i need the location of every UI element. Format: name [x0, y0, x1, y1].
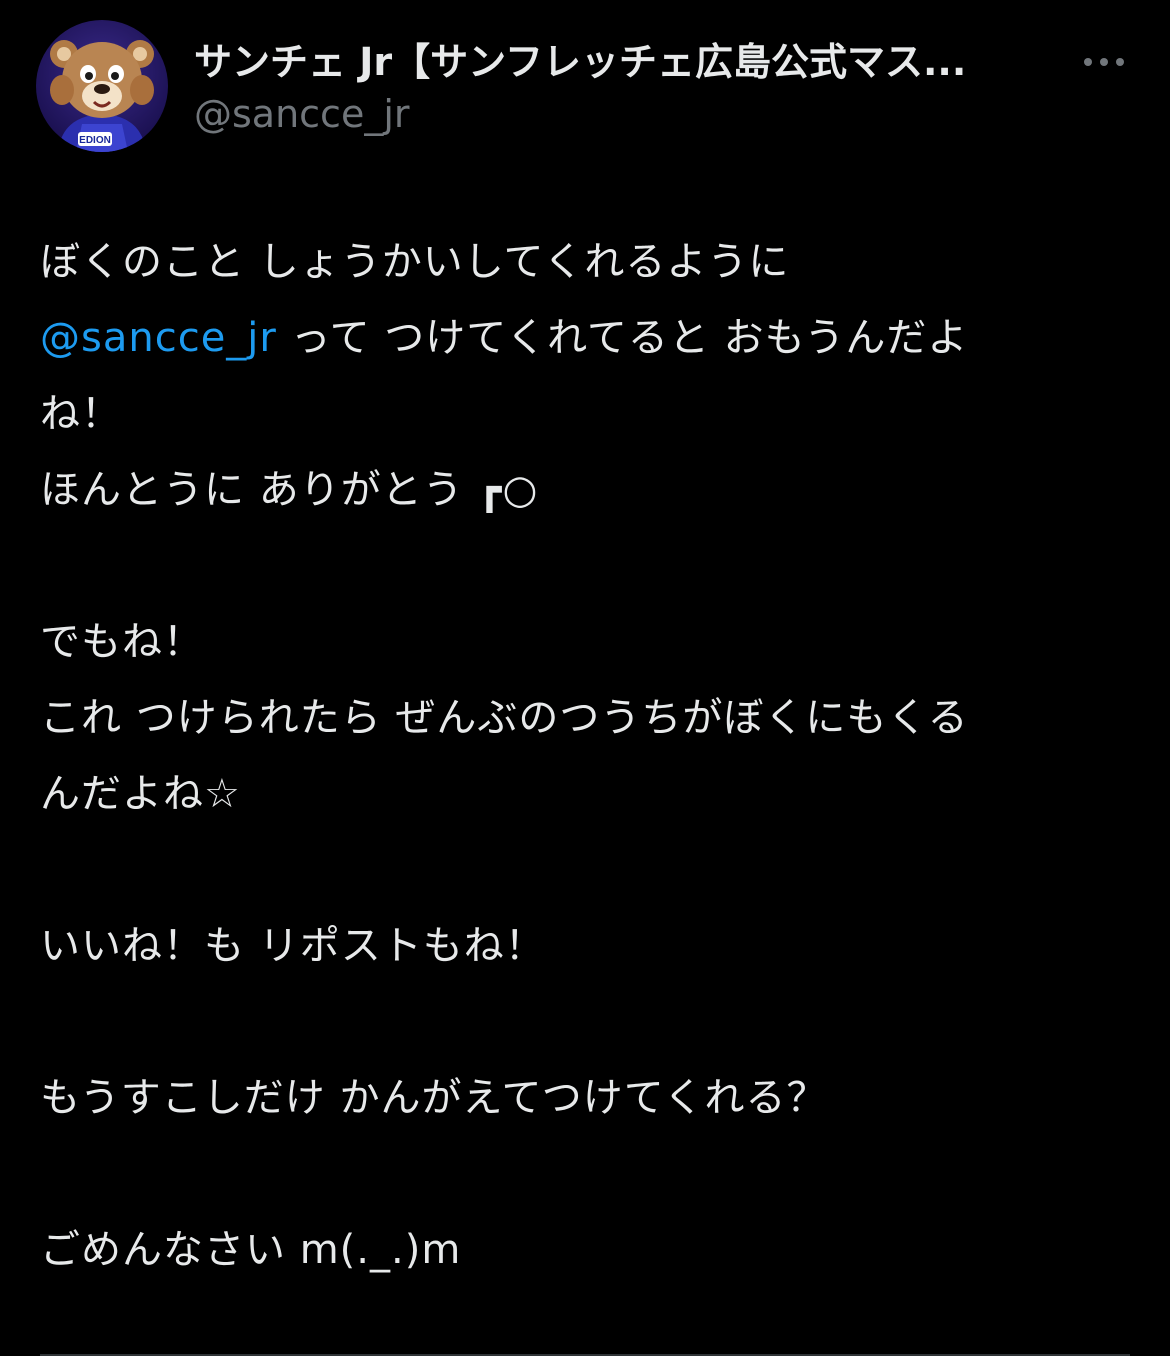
tweet-text: ぼくのこと しょうかいしてくれるように @sancce_jr って つけてくれて… — [40, 224, 1130, 1288]
mention-link[interactable]: @sancce_jr — [40, 315, 277, 361]
tweet-line: でもね！ — [40, 619, 204, 665]
tweet-line: ごめんなさい m(._.)m — [40, 1227, 462, 1273]
tweet-line-text: って つけてくれてると おもうんだよ — [276, 315, 969, 361]
tweet-line: @sancce_jr って つけてくれてると おもうんだよ — [40, 300, 1130, 376]
tweet-line: んだよね☆ — [40, 771, 241, 817]
tweet-line: これ つけられたら ぜんぶのつうちがぼくにもくる — [40, 695, 969, 741]
tweet-line: ほんとうに ありがとう ┏○ — [40, 467, 539, 513]
svg-text:EDION: EDION — [79, 135, 111, 146]
author-handle[interactable]: @sancce_jr — [194, 90, 410, 138]
tweet-header: EDION サンチェ Jr【サンフレッチェ広島公式マス... @sancce_j… — [36, 20, 1136, 156]
tweet-line: ね！ — [40, 391, 122, 437]
mascot-avatar-icon[interactable]: EDION — [36, 20, 168, 152]
tweet-line: いいね！も リポストもね！ — [40, 923, 546, 969]
tweet-line: ぼくのこと しょうかいしてくれるように — [40, 239, 790, 285]
author-display-name[interactable]: サンチェ Jr【サンフレッチェ広島公式マス... — [194, 38, 1054, 86]
more-horizontal-icon[interactable] — [1082, 44, 1126, 80]
tweet-line: もうすこしだけ かんがえてつけてくれる？ — [40, 1075, 828, 1121]
